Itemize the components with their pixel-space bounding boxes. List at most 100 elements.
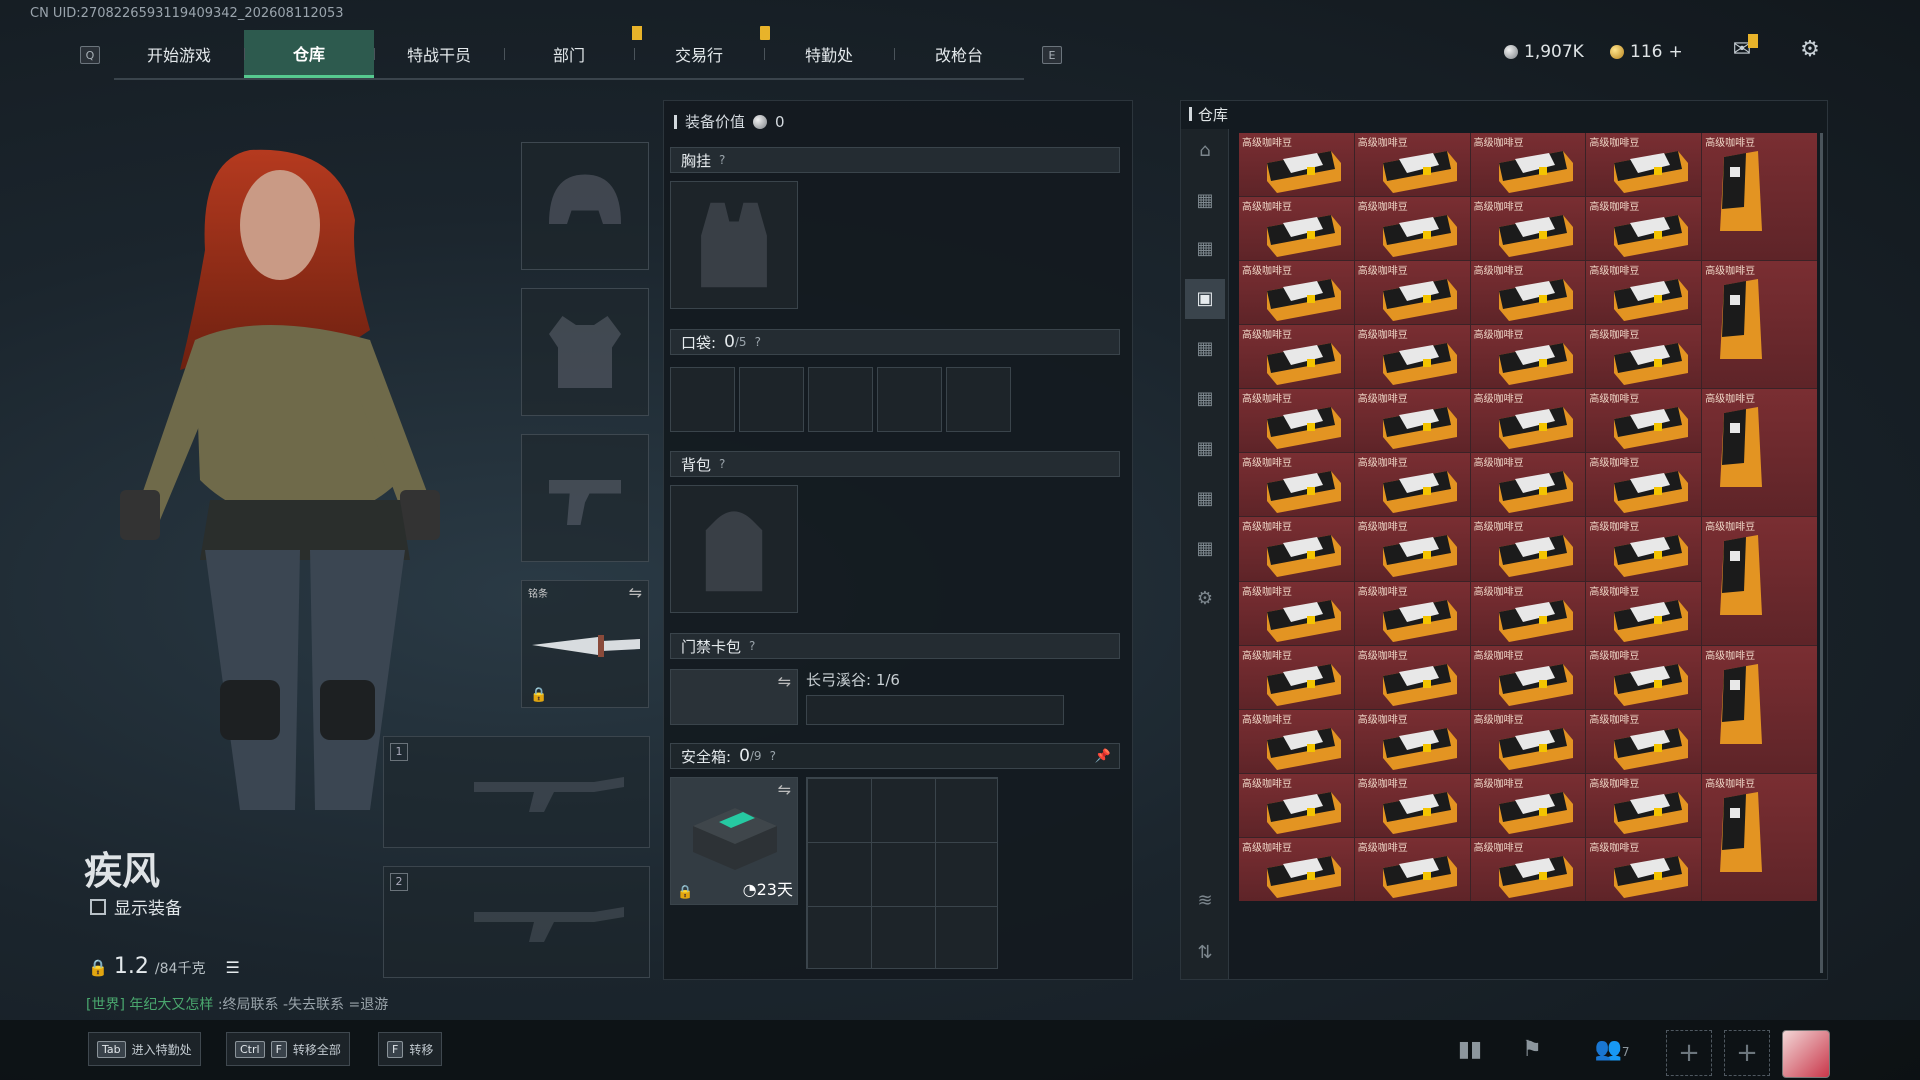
sort-icon[interactable]: ⇅ <box>1193 941 1217 965</box>
inventory-item[interactable]: 高级咖啡豆 <box>1239 709 1354 773</box>
inventory-item[interactable]: 高级咖啡豆 <box>1586 325 1702 389</box>
filter-category-2-icon[interactable]: ▦ <box>1193 237 1217 261</box>
friends-icon[interactable]: 👥7 <box>1588 1034 1636 1066</box>
tab-start-game[interactable]: 开始游戏 <box>114 30 244 78</box>
inventory-item[interactable]: 高级咖啡豆 <box>1470 197 1586 261</box>
inventory-item[interactable]: 高级咖啡豆 <box>1586 261 1702 325</box>
show-equipment-toggle[interactable]: 显示装备 <box>90 894 182 919</box>
pocket-slot[interactable] <box>946 367 1011 432</box>
help-icon[interactable]: ? <box>749 639 755 653</box>
pocket-slot[interactable] <box>670 367 735 432</box>
inventory-item[interactable]: 高级咖啡豆 <box>1239 325 1354 389</box>
inventory-item[interactable]: 高级咖啡豆 <box>1586 773 1702 837</box>
tab-department[interactable]: 部门 <box>504 30 634 78</box>
stats-chart-icon[interactable]: ▮▮ <box>1454 1034 1486 1066</box>
warehouse-scrollbar[interactable] <box>1820 133 1823 973</box>
inventory-item[interactable]: 高级咖啡豆 <box>1702 645 1817 773</box>
inventory-item[interactable]: 高级咖啡豆 <box>1239 389 1354 453</box>
help-icon[interactable]: ? <box>755 335 761 349</box>
safebox-grid[interactable] <box>806 777 998 969</box>
inventory-item[interactable]: 高级咖啡豆 <box>1586 389 1702 453</box>
filter-category-8-icon[interactable]: ▦ <box>1193 537 1217 561</box>
enter-special-ops-button[interactable]: Tab 进入特勤处 <box>88 1032 201 1066</box>
world-chat-line[interactable]: [世界] 年纪大又怎样 :终局联系 -失去联系 =退游 <box>86 994 388 1014</box>
inventory-item[interactable]: 高级咖啡豆 <box>1586 453 1702 517</box>
inventory-item[interactable]: 高级咖啡豆 <box>1702 261 1817 389</box>
filter-category-4-icon[interactable]: ▦ <box>1193 337 1217 361</box>
inventory-item[interactable]: 高级咖啡豆 <box>1586 133 1702 197</box>
tab-market[interactable]: 交易行 <box>634 26 770 78</box>
inventory-item[interactable]: 高级咖啡豆 <box>1354 773 1470 837</box>
all-items-icon[interactable]: ⌂ <box>1193 139 1217 163</box>
inventory-item[interactable]: 高级咖啡豆 <box>1239 773 1354 837</box>
inventory-item[interactable]: 高级咖啡豆 <box>1239 581 1354 645</box>
inventory-item[interactable]: 高级咖啡豆 <box>1470 261 1586 325</box>
silver-currency[interactable]: 1,907K <box>1504 42 1584 62</box>
inventory-item[interactable]: 高级咖啡豆 <box>1354 837 1470 901</box>
inventory-item[interactable]: 高级咖啡豆 <box>1470 773 1586 837</box>
pistol-slot[interactable] <box>521 434 649 562</box>
pocket-slot[interactable] <box>739 367 804 432</box>
inventory-item[interactable]: 高级咖啡豆 <box>1354 453 1470 517</box>
inventory-item[interactable]: 高级咖啡豆 <box>1586 837 1702 901</box>
inventory-item[interactable]: 高级咖啡豆 <box>1354 581 1470 645</box>
inventory-item[interactable]: 高级咖啡豆 <box>1470 389 1586 453</box>
inventory-item[interactable]: 高级咖啡豆 <box>1354 197 1470 261</box>
inventory-item[interactable]: 高级咖啡豆 <box>1354 389 1470 453</box>
tab-special-ops[interactable]: 特勤处 <box>764 30 894 78</box>
filter-selected-icon[interactable]: ▣ <box>1185 279 1225 319</box>
help-icon[interactable]: ? <box>719 457 725 471</box>
keycard-case-slot[interactable]: ⇋ <box>670 669 798 725</box>
inventory-item[interactable]: 高级咖啡豆 <box>1470 325 1586 389</box>
gold-currency[interactable]: 116 + <box>1610 42 1683 62</box>
inventory-item[interactable]: 高级咖啡豆 <box>1354 133 1470 197</box>
player-avatar[interactable] <box>1782 1030 1830 1078</box>
inventory-item[interactable]: 高级咖啡豆 <box>1470 453 1586 517</box>
inventory-item[interactable]: 高级咖啡豆 <box>1470 709 1586 773</box>
flag-icon[interactable]: ⚑ <box>1516 1034 1548 1066</box>
inventory-item[interactable]: 高级咖啡豆 <box>1239 517 1354 581</box>
inventory-item[interactable]: 高级咖啡豆 <box>1586 709 1702 773</box>
chest-rig-slot[interactable] <box>670 181 798 309</box>
inventory-item[interactable]: 高级咖啡豆 <box>1470 581 1586 645</box>
inventory-item[interactable]: 高级咖啡豆 <box>1586 517 1702 581</box>
inventory-item[interactable]: 高级咖啡豆 <box>1470 645 1586 709</box>
tab-gunsmith[interactable]: 改枪台 <box>894 30 1024 78</box>
inventory-item[interactable]: 高级咖啡豆 <box>1702 517 1817 645</box>
filter-category-1-icon[interactable]: ▦ <box>1193 189 1217 213</box>
inventory-item[interactable]: 高级咖啡豆 <box>1354 709 1470 773</box>
pocket-slot[interactable] <box>877 367 942 432</box>
backpack-slot[interactable] <box>670 485 798 613</box>
safebox-item[interactable]: ⇋ 🔒 ◔23天 <box>670 777 798 905</box>
nav-prev-key[interactable]: Q <box>80 46 100 64</box>
secondary-weapon-slot[interactable]: 2 <box>383 866 650 978</box>
pocket-slot[interactable] <box>808 367 873 432</box>
add-teammate-button[interactable]: + <box>1724 1030 1770 1076</box>
inventory-item[interactable]: 高级咖啡豆 <box>1354 261 1470 325</box>
inventory-item[interactable]: 高级咖啡豆 <box>1470 517 1586 581</box>
swap-icon[interactable]: ⇋ <box>778 672 791 691</box>
inventory-item[interactable]: 高级咖啡豆 <box>1354 325 1470 389</box>
swap-icon[interactable]: ⇋ <box>629 583 642 602</box>
mail-icon[interactable]: ✉ <box>1728 34 1758 62</box>
show-equipment-checkbox[interactable] <box>90 898 106 915</box>
armor-slot[interactable] <box>521 288 649 416</box>
list-icon[interactable]: ☰ <box>225 958 239 977</box>
primary-weapon-slot[interactable]: 1 <box>383 736 650 848</box>
inventory-item[interactable]: 高级咖啡豆 <box>1586 581 1702 645</box>
tab-operators[interactable]: 特战干员 <box>374 30 504 78</box>
inventory-item[interactable]: 高级咖啡豆 <box>1470 837 1586 901</box>
inventory-item[interactable]: 高级咖啡豆 <box>1702 133 1817 261</box>
inventory-item[interactable]: 高级咖啡豆 <box>1702 389 1817 517</box>
add-teammate-button[interactable]: + <box>1666 1030 1712 1076</box>
inventory-item[interactable]: 高级咖啡豆 <box>1239 261 1354 325</box>
help-icon[interactable]: ? <box>719 153 725 167</box>
inventory-item[interactable]: 高级咖啡豆 <box>1239 837 1354 901</box>
inventory-item[interactable]: 高级咖啡豆 <box>1239 453 1354 517</box>
settings-gear-icon[interactable]: ⚙ <box>1796 38 1824 62</box>
transfer-all-button[interactable]: Ctrl F 转移全部 <box>226 1032 350 1066</box>
layers-icon[interactable]: ≋ <box>1193 889 1217 913</box>
transfer-button[interactable]: F 转移 <box>378 1032 443 1066</box>
inventory-item[interactable]: 高级咖啡豆 <box>1239 645 1354 709</box>
filter-category-7-icon[interactable]: ▦ <box>1193 487 1217 511</box>
